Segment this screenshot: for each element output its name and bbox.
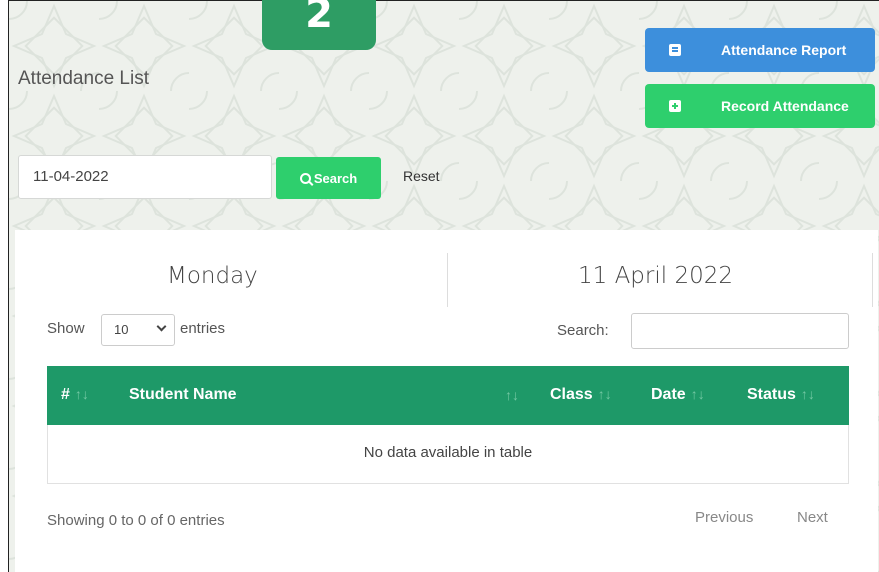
list-icon [669,44,681,56]
attendance-report-button[interactable]: Attendance Report [645,28,875,72]
show-label: Show [47,320,85,337]
step-badge: 2 [262,0,376,50]
table-search-label: Search: [557,322,609,339]
sort-icon: ↑↓ [690,386,705,402]
sort-icon: ↑↓ [74,386,89,402]
column-header-date-label: Date [651,386,686,403]
column-header-status[interactable]: Status ↑↓ [747,386,815,404]
column-header-number-label: # [61,386,70,403]
record-attendance-button[interactable]: Record Attendance [645,84,875,128]
page-size-select[interactable]: 10 [101,314,175,346]
summary-divider-right [872,253,873,307]
record-attendance-label: Record Attendance [721,98,849,114]
column-header-number[interactable]: # ↑↓ [61,386,89,404]
column-header-date[interactable]: Date ↑↓ [651,386,705,404]
sort-icon: ↑↓ [800,386,815,402]
page-size-value: 10 [114,322,129,337]
column-header-class-label: Class [550,386,593,403]
search-button-label: Search [313,170,358,186]
previous-page-button[interactable]: Previous [695,509,753,526]
date-field[interactable]: 11-04-2022 [18,155,272,199]
entries-label: entries [180,320,226,337]
day-label: Monday [167,263,258,289]
column-header-student-name-label: Student Name [129,386,237,403]
date-label: 11 April 2022 [578,263,733,289]
page-title: Attendance List [18,68,149,89]
chevron-down-icon [156,321,167,332]
table-info: Showing 0 to 0 of 0 entries [47,512,225,529]
table-search-input[interactable] [631,313,849,349]
search-icon [299,172,311,184]
column-header-class[interactable]: Class ↑↓ [550,386,612,404]
column-header-status-label: Status [747,386,796,403]
plus-square-icon [669,100,681,112]
summary-divider [447,253,448,307]
reset-button[interactable]: Reset [403,168,440,184]
column-header-student-name[interactable]: Student Name [129,386,237,404]
sort-icon: ↑↓ [597,386,612,402]
table-header: # ↑↓ Student Name ↑↓ Class ↑↓ Date ↑↓ Statu… [47,366,849,425]
attendance-report-label: Attendance Report [721,42,847,58]
search-button[interactable]: Search [276,157,381,199]
empty-table-row: No data available in table [47,425,849,484]
sort-icon: ↑↓ [505,387,519,403]
next-page-button[interactable]: Next [797,509,828,526]
